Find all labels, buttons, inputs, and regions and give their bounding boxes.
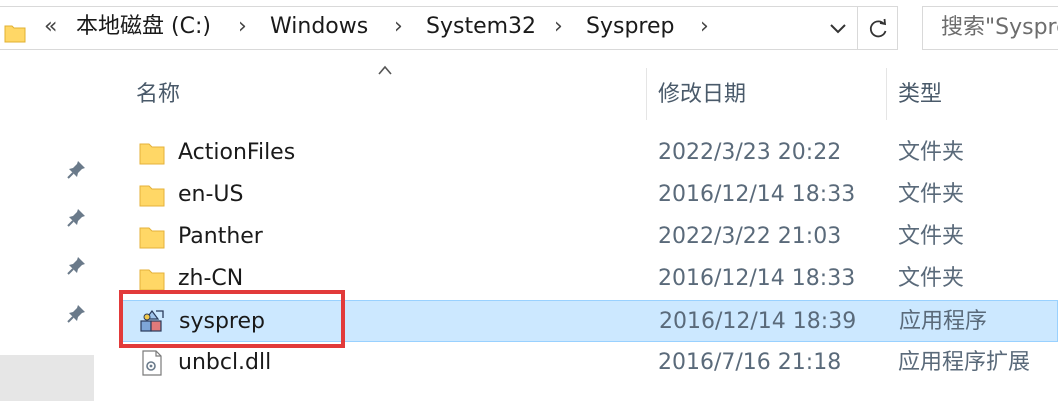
column-divider[interactable] bbox=[886, 68, 887, 120]
file-type: 文件夹 bbox=[898, 182, 965, 207]
folder-icon bbox=[139, 227, 165, 249]
file-row-actionfiles[interactable]: ActionFiles 2022/3/23 20:22 文件夹 bbox=[120, 132, 1058, 174]
file-name: sysprep bbox=[179, 309, 265, 334]
breadcrumb-overflow-button[interactable]: « bbox=[44, 6, 57, 50]
file-type: 文件夹 bbox=[898, 266, 965, 291]
file-row-unbcl-dll[interactable]: unbcl.dll 2016/7/16 21:18 应用程序扩展 bbox=[120, 342, 1058, 384]
file-date: 2016/7/16 21:18 bbox=[658, 350, 842, 375]
file-date: 2022/3/22 21:03 bbox=[658, 224, 842, 249]
folder-icon bbox=[4, 25, 26, 43]
file-name: ActionFiles bbox=[178, 140, 296, 165]
refresh-icon bbox=[869, 18, 887, 38]
breadcrumb-separator[interactable]: › bbox=[554, 6, 563, 50]
nav-scrollbar[interactable] bbox=[0, 355, 94, 401]
pin-icon[interactable] bbox=[66, 302, 88, 324]
folder-icon bbox=[139, 269, 165, 291]
pin-icon[interactable] bbox=[66, 206, 88, 228]
pin-icon[interactable] bbox=[66, 158, 88, 180]
file-type: 文件夹 bbox=[898, 224, 965, 249]
refresh-button[interactable] bbox=[858, 6, 898, 50]
file-name: en-US bbox=[178, 182, 244, 207]
search-input[interactable]: 搜索"Sysprep" bbox=[922, 6, 1058, 50]
breadcrumb-separator[interactable]: › bbox=[700, 6, 709, 50]
file-name: zh-CN bbox=[178, 266, 244, 291]
column-header-type[interactable]: 类型 bbox=[898, 78, 942, 112]
address-row: « 本地磁盘 (C:) › Windows › System32 › Syspr… bbox=[0, 0, 1058, 56]
file-date: 2016/12/14 18:39 bbox=[659, 309, 857, 334]
breadcrumb-separator[interactable]: › bbox=[238, 6, 247, 50]
file-type: 应用程序 bbox=[899, 309, 988, 334]
breadcrumb-sysprep[interactable]: Sysprep bbox=[586, 6, 674, 50]
breadcrumb-local-disk[interactable]: 本地磁盘 (C:) bbox=[76, 6, 211, 50]
file-name: unbcl.dll bbox=[178, 350, 272, 375]
folder-icon bbox=[139, 143, 165, 165]
file-type: 应用程序扩展 bbox=[898, 350, 1031, 375]
file-type: 文件夹 bbox=[898, 140, 965, 165]
sort-ascending-icon bbox=[378, 65, 392, 75]
breadcrumb-system32[interactable]: System32 bbox=[426, 6, 536, 50]
pin-icon[interactable] bbox=[66, 254, 88, 276]
file-row-sysprep[interactable]: sysprep 2016/12/14 18:39 应用程序 bbox=[120, 300, 1058, 342]
breadcrumb-windows[interactable]: Windows bbox=[270, 6, 368, 50]
column-divider[interactable] bbox=[646, 68, 647, 120]
file-date: 2016/12/14 18:33 bbox=[658, 266, 856, 291]
file-row-zh-cn[interactable]: zh-CN 2016/12/14 18:33 文件夹 bbox=[120, 258, 1058, 300]
chevron-down-icon[interactable] bbox=[824, 14, 852, 42]
file-date: 2016/12/14 18:33 bbox=[658, 182, 856, 207]
file-row-panther[interactable]: Panther 2022/3/22 21:03 文件夹 bbox=[120, 216, 1058, 258]
file-date: 2022/3/23 20:22 bbox=[658, 140, 842, 165]
breadcrumb-separator[interactable]: › bbox=[394, 6, 403, 50]
column-header-name[interactable]: 名称 bbox=[136, 78, 180, 112]
sysprep-app-icon bbox=[140, 310, 164, 332]
file-name: Panther bbox=[178, 224, 263, 249]
dll-file-icon bbox=[142, 350, 162, 376]
column-header-date[interactable]: 修改日期 bbox=[658, 78, 746, 112]
file-row-en-us[interactable]: en-US 2016/12/14 18:33 文件夹 bbox=[120, 174, 1058, 216]
folder-icon bbox=[139, 185, 165, 207]
